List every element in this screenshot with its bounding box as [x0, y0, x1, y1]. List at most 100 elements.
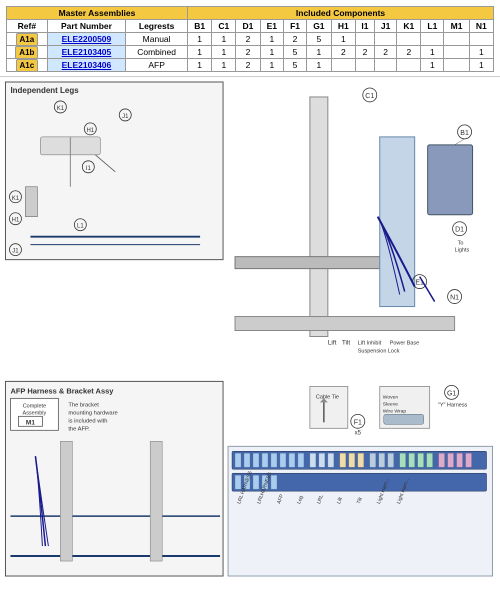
pin2-1 [235, 475, 241, 489]
woven-sleeve-label2: Sleeve [383, 401, 398, 407]
pin4 [262, 453, 268, 467]
val-a1b-f1: 5 [284, 46, 307, 59]
afp-note-line2: mounting hardware [68, 410, 117, 416]
val-a1c-k1 [397, 59, 421, 72]
seat-platform [235, 257, 385, 269]
pin6 [280, 453, 286, 467]
pin3 [253, 453, 259, 467]
pin19 [409, 453, 415, 467]
val-a1c-e1: 1 [260, 59, 284, 72]
pin5 [271, 453, 277, 467]
col-d1: D1 [236, 20, 260, 33]
col-f1: F1 [284, 20, 307, 33]
col-n1: N1 [469, 20, 493, 33]
col-e1: E1 [260, 20, 284, 33]
pin16 [379, 453, 385, 467]
horiz-base [235, 317, 455, 331]
val-a1a-b1: 1 [188, 33, 212, 46]
val-a1c-j1 [374, 59, 396, 72]
table-wrapper: Master Assemblies Included Components Re… [0, 0, 500, 76]
pin9 [310, 453, 316, 467]
pin1 [235, 453, 241, 467]
ref-badge-a1a: A1a [16, 33, 39, 46]
pin7 [289, 453, 295, 467]
callout-f1-text: F1 [354, 419, 362, 426]
val-a1a-k1 [397, 33, 421, 46]
pin20 [418, 453, 424, 467]
part-number-a1b[interactable]: ELE2103405 [47, 46, 125, 59]
electronics-box-b1 [428, 145, 473, 215]
callout-k1-text: K1 [57, 106, 65, 112]
tilt-label: Tilt [342, 339, 351, 346]
col-b1: B1 [188, 20, 212, 33]
callout-b1-text: B1 [460, 130, 469, 137]
col-part-number: Part Number [47, 20, 125, 33]
table-row: A1b ELE2103405 Combined 1 1 2 1 5 1 2 2 … [7, 46, 494, 59]
afp-box-label: AFP Harness & Bracket Assy [10, 386, 114, 395]
val-a1c-m1 [444, 59, 469, 72]
pin2 [244, 453, 250, 467]
val-a1c-d1: 2 [236, 59, 260, 72]
pin15 [370, 453, 376, 467]
callout-h1-text: H1 [86, 128, 94, 134]
chair-back [380, 137, 415, 307]
callout-j1-bottom-text: J1 [12, 249, 19, 255]
afp-vert-bar2 [150, 441, 162, 561]
ref-badge-a1b: A1b [15, 46, 38, 59]
table-row: A1c ELE2103406 AFP 1 1 2 1 5 1 1 1 [7, 59, 494, 72]
val-a1b-g1: 1 [306, 46, 331, 59]
val-a1c-b1: 1 [188, 59, 212, 72]
callout-c1-text: C1 [365, 93, 374, 100]
to-lights-label2: Lights [455, 248, 470, 254]
callout-n1-text: N1 [450, 295, 459, 302]
val-a1c-i1 [355, 59, 374, 72]
val-a1a-c1: 1 [212, 33, 236, 46]
val-a1a-j1 [374, 33, 396, 46]
b1-leader [455, 139, 465, 145]
callout-l1-text: L1 [77, 224, 84, 230]
pin21 [427, 453, 433, 467]
part-number-a1c[interactable]: ELE2103406 [47, 59, 125, 72]
pin17 [388, 453, 394, 467]
lift-inhibit-label: Lift Inhibit [358, 340, 382, 346]
val-a1c-n1: 1 [469, 59, 493, 72]
val-a1b-h1: 2 [331, 46, 355, 59]
val-a1a-e1: 1 [260, 33, 284, 46]
val-a1b-b1: 1 [188, 46, 212, 59]
val-a1b-l1: 1 [421, 46, 444, 59]
pin24 [457, 453, 463, 467]
pin2-3 [253, 475, 259, 489]
indep-legs-label: Independent Legs [10, 86, 79, 95]
cable-tie-box [310, 386, 348, 428]
val-a1a-f1: 2 [284, 33, 307, 46]
y-harness-label: "Y" Harness [438, 402, 468, 408]
leg-component-left [25, 187, 37, 217]
val-a1a-l1 [421, 33, 444, 46]
vert-column [310, 97, 328, 337]
val-a1b-k1: 2 [397, 46, 421, 59]
afp-note-line4: the AFP. [68, 426, 90, 432]
m1-label: M1 [26, 419, 35, 426]
part-number-a1a[interactable]: ELE2200509 [47, 33, 125, 46]
harness-to-n1 [420, 277, 435, 302]
diagram-area: Independent Legs K1 H1 J1 I1 K1 H1 L1 J1 [0, 76, 500, 586]
val-a1c-c1: 1 [212, 59, 236, 72]
val-a1a-h1: 1 [331, 33, 355, 46]
legrests-a1b: Combined [126, 46, 188, 59]
diagram-svg: Independent Legs K1 H1 J1 I1 K1 H1 L1 J1 [0, 77, 500, 586]
legrests-a1a: Manual [126, 33, 188, 46]
val-a1a-n1 [469, 33, 493, 46]
pin22 [439, 453, 445, 467]
woven-sleeve-label1: Woven [383, 394, 399, 400]
val-a1b-c1: 1 [212, 46, 236, 59]
pin12 [340, 453, 346, 467]
col-i1: I1 [355, 20, 374, 33]
val-a1c-l1: 1 [421, 59, 444, 72]
pin10 [319, 453, 325, 467]
col-j1: J1 [374, 20, 396, 33]
sleeve-icon [384, 414, 424, 424]
complete-assembly-label2: Assembly [23, 410, 47, 416]
val-a1a-i1 [355, 33, 374, 46]
val-a1c-f1: 5 [284, 59, 307, 72]
val-a1b-d1: 2 [236, 46, 260, 59]
